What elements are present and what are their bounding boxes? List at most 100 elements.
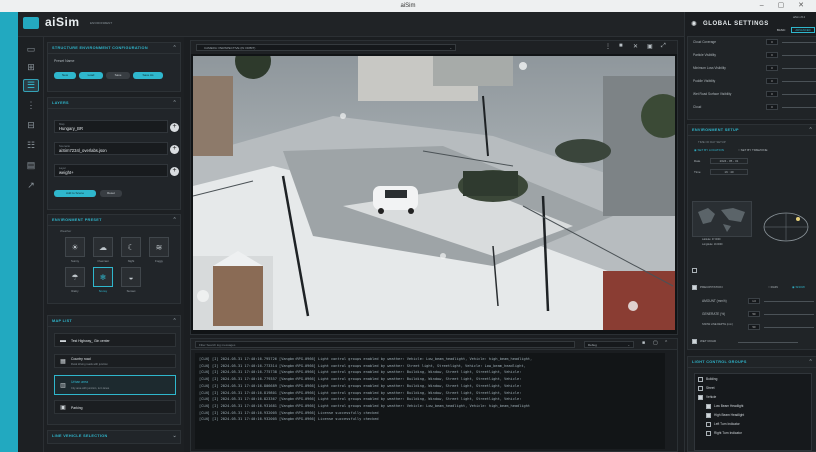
layer-field[interactable]: Layer weight+ <box>54 164 168 177</box>
list-item[interactable]: ▬ Test Highway_ Gin center <box>54 333 176 347</box>
slider-track[interactable] <box>782 81 816 82</box>
log-level-select[interactable]: Debug ⌄ <box>584 341 634 348</box>
save-as-button[interactable]: Save As <box>133 72 163 79</box>
world-map[interactable] <box>692 201 752 237</box>
load-button[interactable]: Load <box>79 72 103 79</box>
settings-icon[interactable]: ▣ <box>647 43 653 50</box>
slider-track[interactable] <box>782 68 816 69</box>
radio-by-location[interactable]: ◉ SET BY LOCATION <box>694 148 724 152</box>
car-icon: ▬ <box>60 338 66 344</box>
collapse-icon[interactable]: ⌃ <box>173 43 178 54</box>
preset-sunny[interactable]: ☀ <box>65 237 85 257</box>
camera-select[interactable]: CAMERA: PERSPECTIVE (IN ORBIT) ⌄ <box>196 44 456 51</box>
vehicle-icon[interactable]: ▭ <box>23 43 39 56</box>
reset-button[interactable]: Reset <box>100 190 122 197</box>
slider-track[interactable] <box>782 107 816 108</box>
precip-row-value[interactable]: 50 <box>748 324 760 330</box>
slider-value[interactable]: 0 <box>766 104 778 110</box>
map-list-header[interactable]: MAP LIST ⌃ <box>48 316 180 327</box>
sun-position-gizmo[interactable] <box>760 205 812 245</box>
slider-value[interactable]: 0 <box>766 39 778 45</box>
log-lines[interactable]: [CLN] [I] 2024-05-31 17:40:16.795726 [Va… <box>195 353 665 449</box>
slider-track[interactable] <box>782 55 816 56</box>
precipitation-checkbox[interactable] <box>692 285 697 290</box>
map-field[interactable]: Map Hungary_BR <box>54 120 168 133</box>
env-setup-header[interactable]: ENVIRONMENT SETUP ⌃ <box>688 125 816 136</box>
checkbox[interactable] <box>698 395 703 400</box>
save-button[interactable]: Save <box>106 72 130 79</box>
clear-icon[interactable]: ■ <box>642 340 645 346</box>
precip-row-value[interactable]: 1.0 <box>748 298 760 304</box>
slider-value[interactable]: 0 <box>766 91 778 97</box>
checkbox[interactable] <box>706 431 711 436</box>
slider-track[interactable] <box>764 327 814 328</box>
layers-header[interactable]: LAYERS ⌃ <box>48 98 180 109</box>
slider-track[interactable] <box>782 42 816 43</box>
checkbox[interactable] <box>698 377 703 382</box>
collapse-icon[interactable]: ⌃ <box>173 316 178 327</box>
traffic-icon[interactable]: ⊟ <box>23 119 39 132</box>
slider-track[interactable] <box>738 342 798 343</box>
slider-value[interactable]: 0 <box>766 52 778 58</box>
maximize-icon[interactable]: ■ <box>619 43 623 49</box>
tab-basic[interactable]: BASIC <box>777 28 785 32</box>
slider-track[interactable] <box>782 94 816 95</box>
analytics-icon[interactable]: ↗ <box>23 179 39 192</box>
checkbox[interactable] <box>706 422 711 427</box>
preset-foggy[interactable]: ≋ <box>149 237 169 257</box>
checkbox[interactable] <box>698 386 703 391</box>
preset-night[interactable]: ☾ <box>121 237 141 257</box>
add-icon[interactable]: + <box>170 123 179 132</box>
scenario-field[interactable]: Scenario aiSim7234l_overlabs.json <box>54 142 168 155</box>
add-icon[interactable]: + <box>170 167 179 176</box>
time-field[interactable]: 16 : 40 <box>710 169 748 175</box>
slider-track[interactable] <box>764 314 814 315</box>
add-to-scene-button[interactable]: Add to Scene <box>54 190 96 197</box>
collapse-icon[interactable]: ⌃ <box>664 340 668 346</box>
weather-header[interactable]: ENVIRONMENT PRESET ⌃ <box>48 215 180 226</box>
precip-row-value[interactable]: 50 <box>748 311 760 317</box>
collapse-icon[interactable]: ⌃ <box>173 215 178 226</box>
fullscreen-icon[interactable]: ⤢ <box>661 43 666 50</box>
radio-snow[interactable]: ◉ SNOW <box>792 285 805 289</box>
list-item[interactable]: ▣ Parking <box>54 400 176 414</box>
radio-by-timezone[interactable]: ○ SET BY TIMEZONE <box>738 148 768 152</box>
checkbox[interactable] <box>692 268 697 273</box>
checkbox[interactable] <box>706 404 711 409</box>
radio-rain[interactable]: ○ RAIN <box>768 285 778 289</box>
window-controls[interactable]: – ▢ ✕ <box>760 0 810 12</box>
log-line: [CLN] [I] 2024-05-31 17:40:16.773314 [Va… <box>199 363 526 368</box>
collapse-icon[interactable]: ⌃ <box>809 125 814 136</box>
config-header[interactable]: STRUCTURE ENVIRONMENT CONFIGURATION ⌃ <box>48 43 180 54</box>
tab-advanced[interactable]: ADVANCED <box>791 27 815 33</box>
collapse-icon[interactable]: ⌃ <box>173 98 178 109</box>
slider-track[interactable] <box>764 301 814 302</box>
copy-icon[interactable]: ▢ <box>653 340 658 346</box>
slider-value[interactable]: 0 <box>766 78 778 84</box>
route-icon[interactable]: ☷ <box>23 139 39 152</box>
list-item[interactable]: ▦ Country road Rural driving roads with ju… <box>54 354 176 368</box>
date-field[interactable]: 2024 - 05 - 31 <box>710 158 748 164</box>
wet-road-checkbox[interactable] <box>692 339 697 344</box>
add-icon[interactable]: + <box>170 145 179 154</box>
list-item[interactable]: ▥ Urban area City area with junction, turn… <box>54 375 176 395</box>
vehicle-selection-header[interactable]: LINE VEHICLE SELECTION ⌄ <box>48 431 180 442</box>
scenario-icon[interactable]: ⋮ <box>23 99 39 112</box>
preset-snowy[interactable]: ❄ <box>93 267 113 287</box>
light-groups-header[interactable]: LIGHT CONTROL GROUPS ⌃ <box>688 357 816 368</box>
slider-value[interactable]: 0 <box>766 65 778 71</box>
minimize-icon[interactable]: ⋮ <box>605 43 611 50</box>
simulation-view[interactable] <box>193 56 675 330</box>
preset-sunset[interactable]: ◒ <box>121 267 141 287</box>
preset-overcast[interactable]: ☁ <box>93 237 113 257</box>
environment-icon[interactable]: ☰ <box>23 79 39 92</box>
new-button[interactable]: New <box>54 72 76 79</box>
expand-icon[interactable]: ⌄ <box>173 431 178 442</box>
sensor-icon[interactable]: ⊞ <box>23 61 39 74</box>
display-icon[interactable]: ▤ <box>23 159 39 172</box>
preset-rainy[interactable]: ☂ <box>65 267 85 287</box>
collapse-icon[interactable]: ⌃ <box>809 357 814 368</box>
close-icon[interactable]: ✕ <box>633 43 638 50</box>
log-filter-input[interactable]: Filter Search log messages <box>195 341 575 348</box>
checkbox[interactable] <box>706 413 711 418</box>
